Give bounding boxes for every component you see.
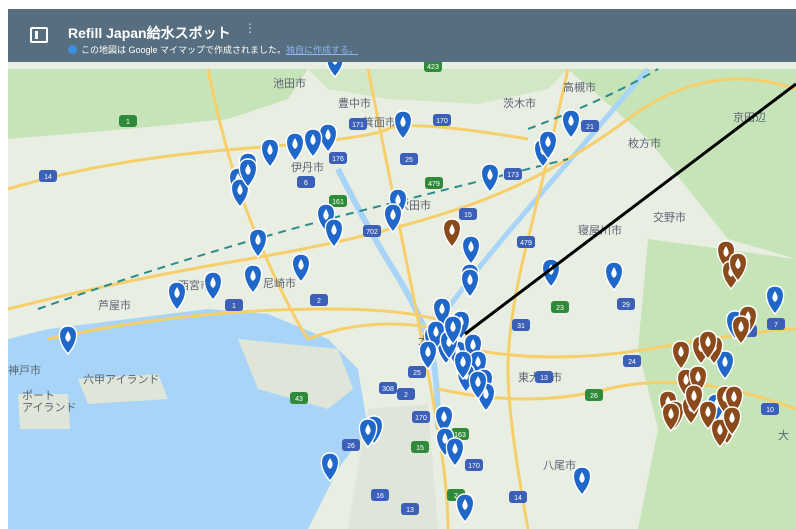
subtitle-text: この地図は Google マイマップで作成されました。 [81, 45, 287, 55]
annotation-line [464, 82, 796, 336]
share-icon[interactable]: ⋮ [244, 21, 256, 35]
pointer-line [464, 82, 796, 336]
sidebar-toggle-icon[interactable] [30, 27, 48, 43]
map-embed-frame: 高槻市枚方市交野市寝屋川市伊丹市尼崎市東大阪市神戸市六甲アイランドポートアイラン… [0, 0, 796, 529]
map-title: Refill Japan給水スポット [68, 25, 231, 41]
info-icon [68, 45, 77, 54]
create-own-map-link[interactable]: 独自に作成する。 [286, 45, 358, 55]
map-header: Refill Japan給水スポット ⋮ この地図は Google マイマップで… [8, 9, 796, 62]
map-subtitle: この地図は Google マイマップで作成されました。独自に作成する。 [68, 43, 358, 56]
